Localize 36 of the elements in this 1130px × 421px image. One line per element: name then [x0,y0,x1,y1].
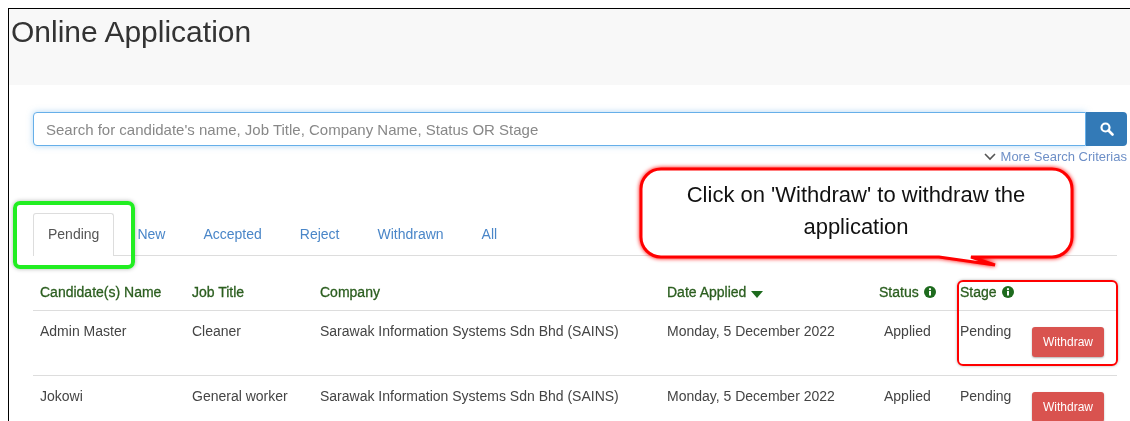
tab[interactable]: All [466,213,513,255]
table-cell: Admin Master [40,323,127,339]
table-cell: Sarawak Information Systems Sdn Bhd (SAINS) [320,323,619,339]
table-cell: Applied [884,388,931,404]
table-cell: Jokowi [40,388,83,404]
search-icon [1099,122,1114,136]
withdraw-button[interactable]: Withdraw [1032,392,1104,421]
table-cell: Pending [960,388,1012,404]
table-cell: Monday, 5 December 2022 [667,388,835,404]
tab[interactable]: Reject [284,213,355,255]
chevron-down-icon [983,152,996,161]
table-cell: Monday, 5 December 2022 [667,323,835,339]
column-header[interactable]: Status [872,272,953,311]
table-cell: Sarawak Information Systems Sdn Bhd (SAINS) [320,388,619,404]
info-icon[interactable] [923,286,936,298]
callout-text: Click on 'Withdraw' to withdraw the application [686,181,1026,241]
table-cell: General worker [192,388,288,404]
search-field[interactable]: Search for candidate's name, Job Title, Company Name, Status OR Stage [33,112,1086,146]
tab[interactable]: Accepted [188,213,277,255]
search-button[interactable] [1086,112,1127,146]
tab[interactable]: Pending [33,213,115,256]
table-cell: Cleaner [192,323,242,339]
withdraw-button[interactable]: Withdraw [1032,327,1104,357]
tab[interactable]: Withdrawn [362,213,459,255]
column-header[interactable]: Candidate(s) Name [33,272,185,311]
column-header[interactable]: Job Title [185,272,313,311]
column-header[interactable]: Company [313,272,660,311]
info-icon[interactable] [1001,286,1014,298]
column-header[interactable]: Date Applied [660,272,872,311]
sort-caret-icon[interactable] [751,291,764,298]
table-cell: Pending [960,323,1012,339]
tab[interactable]: New [122,213,181,255]
page-title: Online Application [11,14,252,50]
column-header[interactable]: Stage [953,272,1025,311]
table-cell: Applied [884,323,931,339]
more-criteria-link[interactable]: More Search Criterias [983,149,1127,164]
